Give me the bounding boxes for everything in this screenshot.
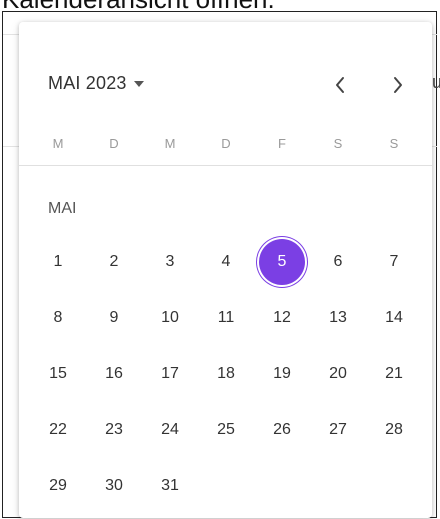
weekday-label: M: [52, 136, 64, 151]
day-cell[interactable]: 23: [92, 408, 136, 452]
day-cell[interactable]: 3: [148, 240, 192, 284]
day-cell[interactable]: 29: [36, 464, 80, 508]
chevron-left-icon: [336, 77, 344, 93]
next-month-button[interactable]: [385, 72, 411, 98]
day-cell[interactable]: 8: [36, 296, 80, 340]
day-cell[interactable]: 15: [36, 352, 80, 396]
day-cell[interactable]: 30: [92, 464, 136, 508]
day-cell[interactable]: 18: [204, 352, 248, 396]
day-cell[interactable]: 24: [148, 408, 192, 452]
day-cell[interactable]: 26: [260, 408, 304, 452]
day-cell[interactable]: 17: [148, 352, 192, 396]
day-cell[interactable]: 16: [92, 352, 136, 396]
day-cell[interactable]: 20: [316, 352, 360, 396]
day-cell[interactable]: 31: [148, 464, 192, 508]
day-cell[interactable]: 11: [204, 296, 248, 340]
previous-month-button[interactable]: [327, 72, 353, 98]
month-year-dropdown[interactable]: MAI 2023: [48, 73, 144, 94]
month-year-label: MAI 2023: [48, 73, 127, 93]
day-cell[interactable]: 27: [316, 408, 360, 452]
chevron-right-icon: [394, 77, 402, 93]
weekday-divider: [19, 165, 432, 166]
day-cell[interactable]: 1: [36, 240, 80, 284]
weekday-label: F: [278, 136, 286, 151]
caret-down-icon: [133, 80, 144, 87]
day-cell[interactable]: 21: [372, 352, 416, 396]
day-cell[interactable]: 2: [92, 240, 136, 284]
day-cell[interactable]: 19: [260, 352, 304, 396]
weekday-label: D: [109, 136, 119, 151]
day-cell[interactable]: 12: [260, 296, 304, 340]
day-cell[interactable]: 14: [372, 296, 416, 340]
day-cell-selected[interactable]: 5: [259, 239, 305, 285]
weekday-label: S: [333, 136, 343, 151]
day-cell[interactable]: 10: [148, 296, 192, 340]
weekday-label: M: [164, 136, 176, 151]
weekday-label: S: [389, 136, 399, 151]
day-cell[interactable]: 4: [204, 240, 248, 284]
date-picker-popup: MAI 2023 MDMDFSS MAI 1 2 3 4 5 6 7 8 9 10 11 12 13 14…: [19, 22, 432, 518]
day-cell[interactable]: 28: [372, 408, 416, 452]
day-cell[interactable]: 6: [316, 240, 360, 284]
month-section-label: MAI: [48, 200, 77, 217]
date-picker-header: MAI 2023: [19, 22, 432, 142]
day-cell[interactable]: 7: [372, 240, 416, 284]
day-cell[interactable]: 9: [92, 296, 136, 340]
background-edge-text: u: [432, 72, 440, 92]
day-cell[interactable]: 22: [36, 408, 80, 452]
day-cell[interactable]: 25: [204, 408, 248, 452]
day-cell[interactable]: 13: [316, 296, 360, 340]
page: Kalenderansicht öffnen. u MAI 2023 MDMDF…: [0, 0, 440, 519]
weekday-label: D: [221, 136, 231, 151]
